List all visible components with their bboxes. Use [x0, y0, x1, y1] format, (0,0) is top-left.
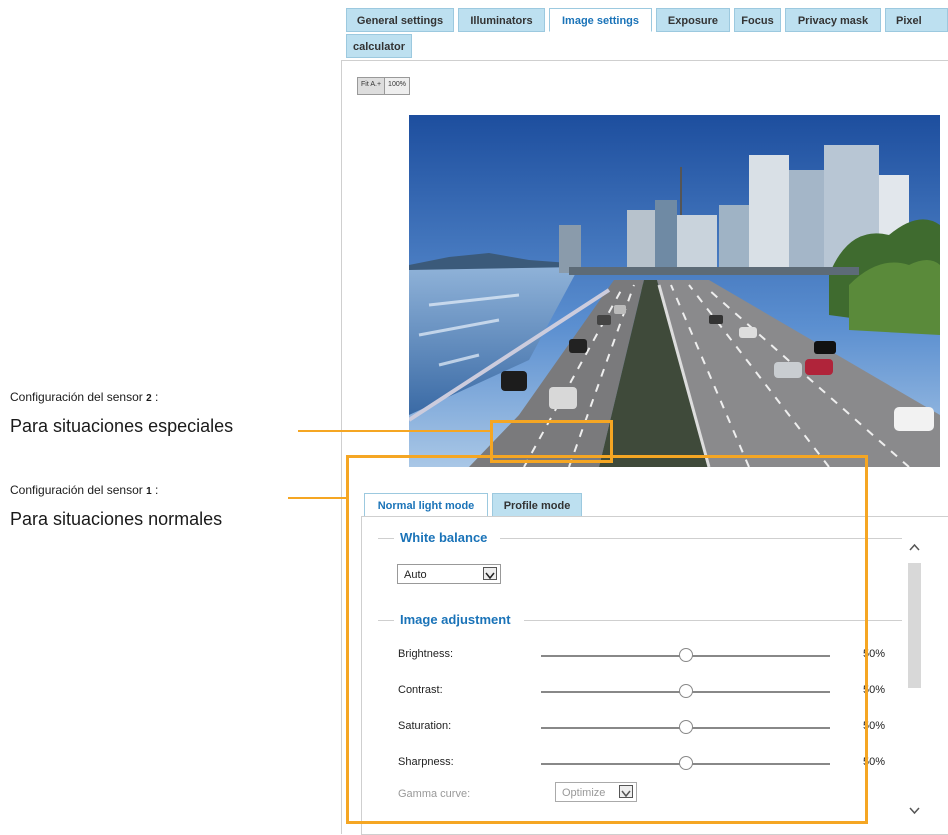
chevron-up-icon[interactable]: [908, 542, 921, 552]
sensor1-description: Para situaciones normales: [10, 509, 223, 529]
tab-illuminators[interactable]: Illuminators: [458, 8, 545, 32]
camera-preview: [409, 115, 940, 467]
chevron-down-icon[interactable]: [908, 806, 921, 816]
tab-general-settings[interactable]: General settings: [346, 8, 454, 32]
tab-privacy-mask[interactable]: Privacy mask: [785, 8, 881, 32]
tab-calculator[interactable]: calculator: [346, 34, 412, 58]
tab-focus[interactable]: Focus: [734, 8, 781, 32]
scrollbar-thumb[interactable]: [908, 563, 921, 688]
sensor1-highlight-box: [346, 455, 868, 824]
live-view-image: [409, 115, 940, 467]
tab-pixel[interactable]: Pixel: [885, 8, 948, 32]
sensor2-description: Para situaciones especiales: [10, 416, 234, 436]
fit-window-button[interactable]: Fit A.+: [358, 78, 386, 94]
sensor2-callout-line: [298, 430, 492, 432]
sensor1-heading: Configuración del sensor 1 :: [10, 483, 159, 497]
sensor2-heading: Configuración del sensor 2 :: [10, 390, 159, 404]
tab-exposure[interactable]: Exposure: [656, 8, 730, 32]
settings-scrollbar[interactable]: [906, 530, 923, 820]
full-size-button[interactable]: 100%: [385, 78, 409, 94]
sensor1-callout-line: [288, 497, 348, 499]
tab-image-settings[interactable]: Image settings: [549, 8, 652, 32]
zoom-controls: Fit A.+ 100%: [357, 77, 410, 95]
